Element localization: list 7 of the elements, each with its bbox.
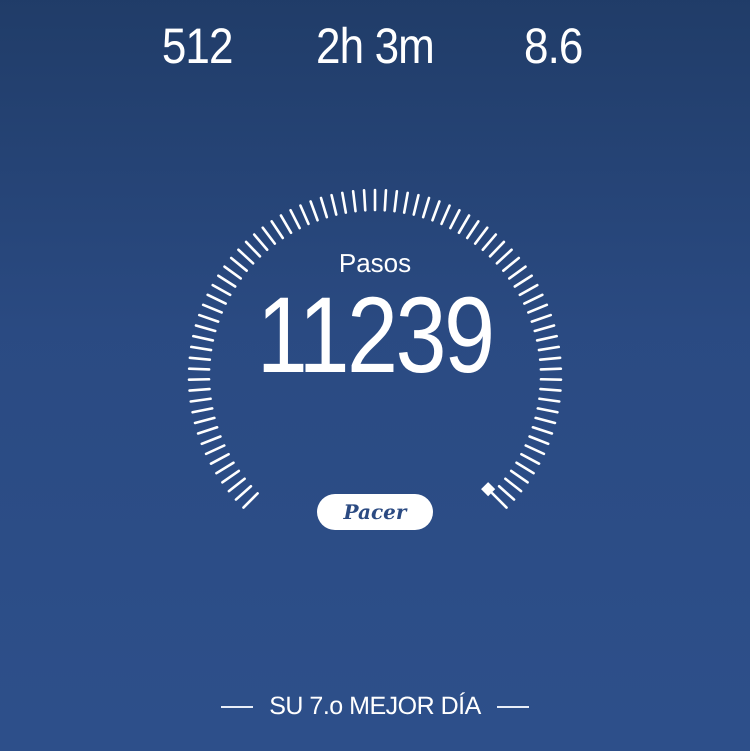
app-logo: Pacer: [317, 494, 433, 530]
stat-value: 2h 3m: [316, 18, 434, 74]
stat-value: 512: [162, 18, 232, 74]
steps-count: 11239: [257, 280, 493, 390]
steps-label: Pasos: [338, 248, 412, 278]
best-day-text: SU 7.o MEJOR DÍA: [269, 691, 481, 722]
stat-value: 8.6: [524, 18, 582, 74]
